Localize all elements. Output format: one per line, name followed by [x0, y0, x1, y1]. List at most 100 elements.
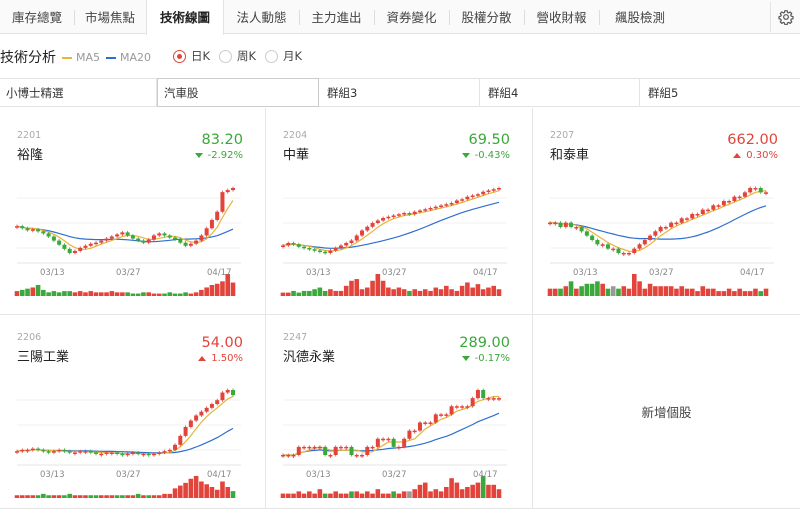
volume-bar	[199, 289, 204, 296]
stock-card-grid: 2201 裕隆 83.20 -2.92% 03/13 03/27 04/17 220…	[0, 108, 800, 509]
volume-bar	[130, 495, 136, 498]
volume-bar	[375, 489, 381, 498]
stock-card[interactable]: 2206 三陽工業 54.00 1.50% 03/13 03/27 04/17	[0, 315, 266, 509]
tab-stock-screener[interactable]: 飆股檢測	[599, 0, 681, 34]
candle-body	[41, 449, 46, 452]
group-tab-dr-picks[interactable]: 小博士精選	[0, 79, 157, 107]
tab-market-focus[interactable]: 市場焦點	[74, 0, 146, 34]
volume-bar	[338, 493, 344, 498]
tab-main-force[interactable]: 主力進出	[299, 0, 374, 34]
volume-bar	[574, 288, 579, 296]
candle-body	[183, 242, 188, 246]
candle-body	[323, 251, 328, 254]
candle-body	[711, 205, 716, 210]
candle-body	[225, 190, 230, 193]
period-weekly-radio[interactable]: 周K	[219, 48, 256, 64]
group-tab-5[interactable]: 群組5	[640, 79, 800, 107]
stock-change-value: -0.43%	[474, 150, 510, 161]
date-tick-label: 04/17	[207, 268, 232, 278]
volume-bar	[668, 286, 674, 296]
volume-bar	[93, 495, 99, 498]
date-tick-label: 03/13	[306, 268, 331, 278]
volume-bar	[380, 280, 386, 296]
volume-bar	[595, 281, 600, 296]
candle-body	[41, 231, 46, 234]
radio-icon	[219, 49, 232, 63]
tab-equity-distribution[interactable]: 股權分散	[449, 0, 524, 34]
candle-body	[296, 244, 301, 247]
stock-change-value: -2.92%	[207, 150, 243, 161]
candle-body	[748, 188, 753, 193]
candle-body	[151, 235, 156, 240]
volume-bar	[359, 289, 365, 296]
volume-bar	[285, 292, 291, 296]
candle-body	[167, 235, 172, 238]
group-tab-4[interactable]: 群組4	[480, 79, 640, 107]
date-tick-label: 03/27	[116, 268, 141, 278]
volume-bar	[412, 489, 418, 498]
volume-bar	[77, 495, 83, 498]
volume-bar	[705, 288, 711, 296]
tab-inventory[interactable]: 庫存總覽	[0, 0, 74, 34]
date-tick-label: 03/27	[116, 470, 141, 480]
volume-bar	[459, 285, 465, 296]
volume-bar	[41, 289, 46, 296]
candle-body	[136, 452, 141, 454]
tab-institutional[interactable]: 法人動態	[224, 0, 299, 34]
ma5-line	[16, 200, 234, 250]
volume-bar	[296, 491, 302, 498]
candle-body	[120, 232, 125, 235]
candle-body	[465, 406, 470, 408]
add-stock-button[interactable]: 新增個股	[533, 315, 800, 509]
volume-bar	[220, 481, 225, 498]
candle-body	[317, 446, 322, 449]
date-tick-label: 03/13	[40, 268, 65, 278]
volume-bar	[125, 292, 130, 296]
tab-revenue-financials[interactable]: 營收財報	[524, 0, 599, 34]
tab-margin-trading[interactable]: 資券變化	[374, 0, 449, 34]
volume-bar	[475, 482, 481, 498]
period-monthly-radio[interactable]: 月K	[265, 48, 302, 64]
volume-bar	[711, 288, 716, 296]
period-daily-radio[interactable]: 日K	[173, 48, 210, 64]
candle-body	[423, 422, 428, 424]
volume-bar	[301, 290, 307, 296]
candle-body	[307, 248, 312, 250]
stock-card[interactable]: 2204 中華 69.50 -0.43% 03/13 03/27 04/17	[266, 108, 533, 315]
volume-bar	[391, 491, 396, 498]
volume-bar	[674, 288, 679, 296]
candle-body	[157, 233, 162, 236]
candle-body	[721, 201, 726, 206]
settings-button[interactable]	[770, 2, 800, 32]
candle-body	[146, 239, 151, 243]
candle-body	[595, 240, 600, 245]
volume-bar	[333, 491, 338, 498]
volume-bar	[62, 495, 67, 498]
candle-body	[338, 446, 343, 449]
stock-card[interactable]: 2247 汎德永業 289.00 -0.17% 03/13 03/27 04/17	[266, 315, 533, 509]
candle-body	[125, 453, 130, 456]
candle-body	[391, 438, 396, 447]
candle-body	[130, 235, 135, 239]
volume-bar	[135, 293, 141, 296]
volume-bar	[188, 293, 194, 296]
volume-bar	[225, 487, 231, 498]
up-arrow-icon	[198, 356, 207, 361]
volume-bar	[114, 292, 120, 296]
candle-body	[590, 235, 595, 240]
group-tab-auto-stocks[interactable]: 汽車股	[157, 78, 319, 107]
candle-body	[412, 430, 417, 433]
group-tab-3[interactable]: 群組3	[319, 79, 480, 107]
candle-body	[30, 229, 35, 231]
candle-body	[454, 200, 459, 203]
candle-body	[291, 243, 296, 245]
volume-bar	[422, 482, 428, 498]
stock-card[interactable]: 2207 和泰車 662.00 0.30% 03/13 03/27 04/17	[533, 108, 800, 315]
candle-body	[25, 449, 30, 452]
volume-bar	[459, 489, 465, 498]
candle-body	[94, 242, 99, 245]
tab-technical-chart[interactable]: 技術線圖	[146, 0, 224, 35]
candle-body	[600, 244, 605, 246]
candle-body	[354, 455, 359, 457]
stock-card[interactable]: 2201 裕隆 83.20 -2.92% 03/13 03/27 04/17	[0, 108, 266, 315]
